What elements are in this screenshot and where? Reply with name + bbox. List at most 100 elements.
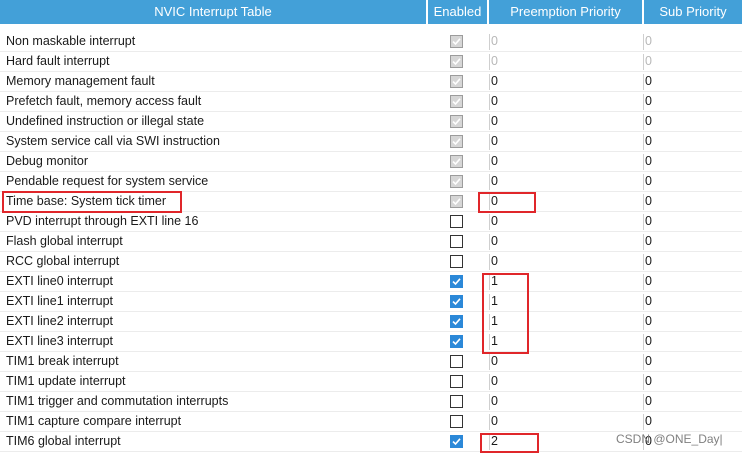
checkbox-box [450,155,463,168]
cell-divider [643,214,644,230]
preemption-priority-cell[interactable]: 0 [491,132,498,151]
interrupt-table-body: Non maskable interrupt 0 0 Hard fault inter… [0,32,742,452]
sub-priority-cell[interactable]: 0 [645,392,652,411]
interrupt-name: System service call via SWI instruction [6,134,220,148]
cell-divider [489,34,490,50]
table-row[interactable]: TIM1 capture compare interrupt 0 0 [0,412,742,432]
column-header-enabled[interactable]: Enabled [428,0,487,24]
checkbox-box [450,435,463,448]
enabled-checkbox[interactable] [450,435,463,448]
preemption-priority-cell[interactable]: 2 [491,432,498,451]
checkbox-box [450,55,463,68]
enabled-checkbox [450,115,463,128]
sub-priority-cell[interactable]: 0 [645,92,652,111]
table-row[interactable]: Memory management fault 0 0 [0,72,742,92]
preemption-priority-cell[interactable]: 0 [491,252,498,271]
table-row[interactable]: Prefetch fault, memory access fault 0 0 [0,92,742,112]
enabled-checkbox[interactable] [450,355,463,368]
preemption-priority-cell[interactable]: 0 [491,172,498,191]
preemption-priority-cell[interactable]: 1 [491,292,498,311]
sub-priority-cell[interactable]: 0 [645,112,652,131]
enabled-checkbox[interactable] [450,335,463,348]
table-row[interactable]: TIM1 trigger and commutation interrupts 0… [0,392,742,412]
sub-priority-cell[interactable]: 0 [645,192,652,211]
sub-priority-cell[interactable]: 0 [645,272,652,291]
preemption-priority-cell[interactable]: 0 [491,112,498,131]
table-row[interactable]: EXTI line3 interrupt 1 0 [0,332,742,352]
enabled-checkbox[interactable] [450,235,463,248]
sub-priority-cell[interactable]: 0 [645,412,652,431]
table-row[interactable]: Pendable request for system service 0 0 [0,172,742,192]
table-row[interactable]: Non maskable interrupt 0 0 [0,32,742,52]
table-row[interactable]: System service call via SWI instruction 0… [0,132,742,152]
preemption-priority-cell[interactable]: 0 [491,352,498,371]
column-header-preemption-priority[interactable]: Preemption Priority [489,0,642,24]
table-row[interactable]: Debug monitor 0 0 [0,152,742,172]
sub-priority-cell[interactable]: 0 [645,352,652,371]
enabled-checkbox[interactable] [450,275,463,288]
table-row[interactable]: TIM1 break interrupt 0 0 [0,352,742,372]
checkbox-box [450,195,463,208]
enabled-checkbox [450,135,463,148]
sub-priority-cell[interactable]: 0 [645,312,652,331]
enabled-checkbox [450,55,463,68]
preemption-priority-cell[interactable]: 0 [491,192,498,211]
enabled-checkbox[interactable] [450,315,463,328]
table-row[interactable]: RCC global interrupt 0 0 [0,252,742,272]
cell-divider [489,94,490,110]
table-row[interactable]: EXTI line2 interrupt 1 0 [0,312,742,332]
preemption-priority-cell[interactable]: 0 [491,212,498,231]
table-row[interactable]: EXTI line1 interrupt 1 0 [0,292,742,312]
enabled-checkbox[interactable] [450,255,463,268]
enabled-checkbox[interactable] [450,295,463,308]
sub-priority-cell[interactable]: 0 [645,332,652,351]
preemption-priority-cell[interactable]: 0 [491,72,498,91]
preemption-priority-cell[interactable]: 1 [491,332,498,351]
sub-priority-cell[interactable]: 0 [645,232,652,251]
enabled-checkbox[interactable] [450,415,463,428]
cell-divider [643,234,644,250]
column-header-name[interactable]: NVIC Interrupt Table [0,0,426,24]
interrupt-name: Prefetch fault, memory access fault [6,94,202,108]
checkbox-box [450,275,463,288]
preemption-priority-cell[interactable]: 1 [491,312,498,331]
sub-priority-cell[interactable]: 0 [645,292,652,311]
cell-divider [643,174,644,190]
table-row[interactable]: PVD interrupt through EXTI line 16 0 0 [0,212,742,232]
table-row[interactable]: Hard fault interrupt 0 0 [0,52,742,72]
sub-priority-cell[interactable]: 0 [645,372,652,391]
table-row[interactable]: EXTI line0 interrupt 1 0 [0,272,742,292]
table-row[interactable]: Flash global interrupt 0 0 [0,232,742,252]
sub-priority-cell[interactable]: 0 [645,212,652,231]
sub-priority-cell[interactable]: 0 [645,152,652,171]
preemption-priority-cell: 0 [491,34,498,48]
preemption-priority-cell[interactable]: 0 [491,392,498,411]
cell-divider [489,334,490,350]
table-row[interactable]: Undefined instruction or illegal state 0 0 [0,112,742,132]
table-row[interactable]: Time base: System tick timer 0 0 [0,192,742,212]
preemption-priority-cell[interactable]: 0 [491,152,498,171]
interrupt-name: EXTI line0 interrupt [6,274,113,288]
sub-priority-cell[interactable]: 0 [645,172,652,191]
interrupt-name: PVD interrupt through EXTI line 16 [6,214,199,228]
sub-priority-cell[interactable]: 0 [645,72,652,91]
preemption-priority-cell[interactable]: 1 [491,272,498,291]
sub-priority-cell[interactable]: 0 [645,252,652,271]
sub-priority-cell[interactable]: 0 [645,132,652,151]
enabled-checkbox[interactable] [450,215,463,228]
cell-divider [643,274,644,290]
cell-divider [643,34,644,50]
enabled-checkbox[interactable] [450,375,463,388]
cell-divider [643,134,644,150]
enabled-checkbox[interactable] [450,395,463,408]
preemption-priority-cell[interactable]: 0 [491,372,498,391]
preemption-priority-cell[interactable]: 0 [491,92,498,111]
table-row[interactable]: TIM1 update interrupt 0 0 [0,372,742,392]
enabled-checkbox [450,175,463,188]
preemption-priority-cell[interactable]: 0 [491,412,498,431]
column-header-sub-priority[interactable]: Sub Priority [644,0,742,24]
sub-priority-cell: 0 [645,34,652,48]
cell-divider [489,274,490,290]
cell-divider [489,134,490,150]
preemption-priority-cell[interactable]: 0 [491,232,498,251]
